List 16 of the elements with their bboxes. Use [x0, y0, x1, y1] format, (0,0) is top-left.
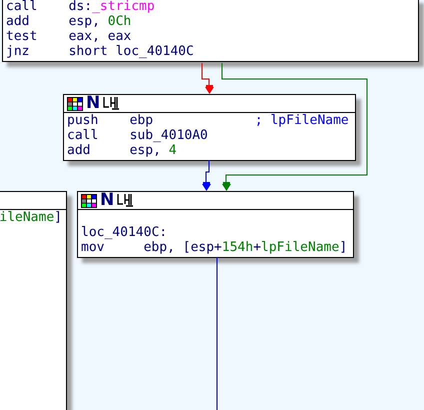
code-line: add esp, 0Ch	[6, 14, 132, 29]
code-line: add esp, 4	[67, 143, 178, 158]
group-icon[interactable]	[103, 97, 120, 110]
group-icon[interactable]	[117, 194, 134, 207]
code-line: test eax, eax	[6, 29, 132, 44]
code-line: ileName]	[0, 210, 63, 225]
code-line: jnz short loc_40140C	[6, 44, 195, 59]
code-line: mov ebp, [esp+154h+lpFileName]	[81, 240, 348, 255]
palette-icon[interactable]	[81, 194, 97, 208]
letter-n-icon[interactable]: N	[86, 95, 100, 112]
code-label: loc_40140C:	[81, 225, 168, 240]
code-line: call sub_4010A0	[67, 128, 209, 143]
letter-n-icon[interactable]: N	[100, 192, 114, 209]
code-line: call ds:_stricmp	[6, 0, 156, 14]
palette-icon[interactable]	[67, 96, 83, 110]
code-line: push ebp ; lpFileName	[67, 113, 350, 128]
